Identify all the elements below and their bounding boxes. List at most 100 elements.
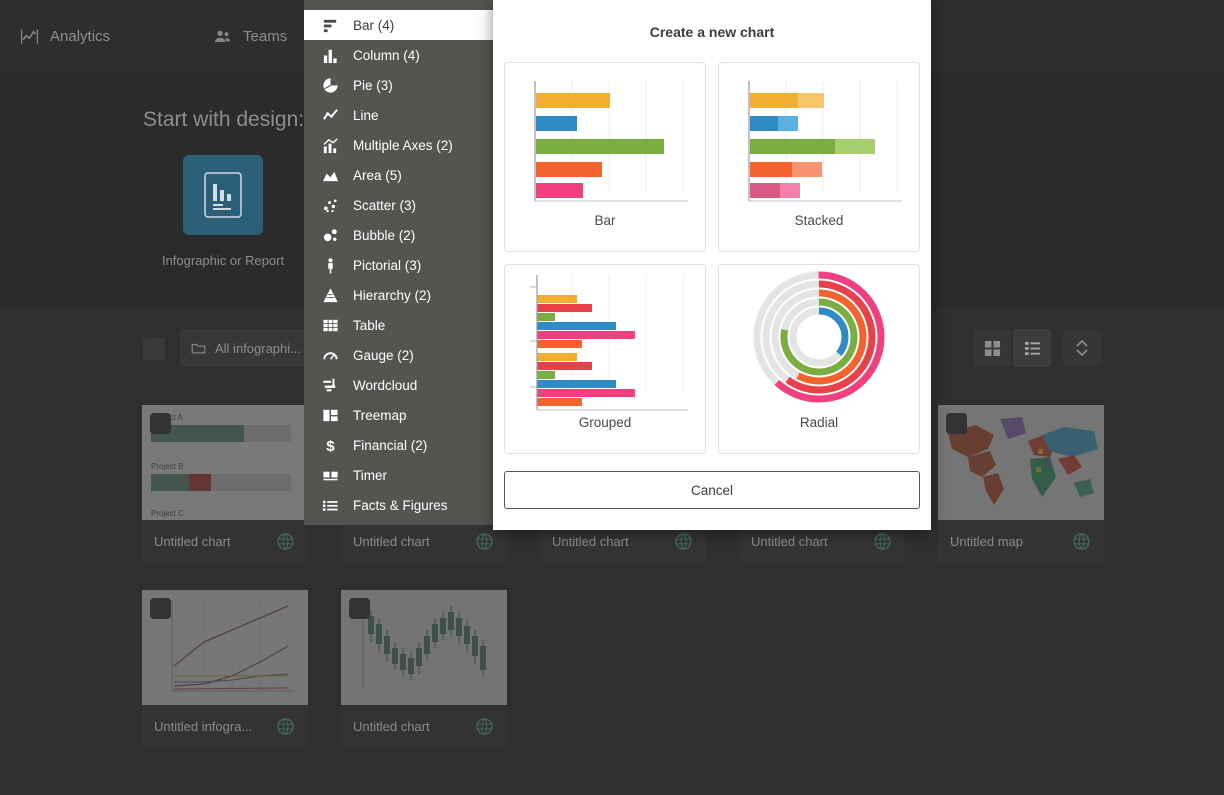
card-title: Untitled infogra... — [154, 718, 253, 734]
menu-item-column[interactable]: Column (4) — [304, 40, 500, 70]
menu-label: Table — [353, 317, 386, 333]
globe-icon[interactable] — [1072, 532, 1091, 551]
financial-dollar-icon: $ — [326, 438, 335, 454]
library-card[interactable]: Project A Project B Project C Untitled c… — [142, 405, 308, 562]
card-meta: Untitled chart — [142, 520, 308, 562]
library-card[interactable]: Untitled chart — [341, 590, 507, 747]
card-thumbnail — [142, 590, 308, 705]
globe-icon[interactable] — [475, 717, 494, 736]
menu-item-area[interactable]: Area (5) — [304, 160, 500, 190]
globe-icon[interactable] — [674, 532, 693, 551]
menu-item-bar[interactable]: Bar (4) — [304, 10, 500, 40]
chart-preset-grid: Bar Stacked Grouped Radial — [504, 62, 920, 454]
chart-preset-bar[interactable]: Bar — [504, 62, 706, 252]
grid-view-button[interactable] — [973, 329, 1011, 367]
infographic-or-report-label: Infographic or Report — [161, 253, 285, 268]
menu-label: Wordcloud — [353, 377, 418, 393]
line-icon — [323, 108, 338, 120]
menu-label: Line — [353, 107, 379, 123]
card-thumbnail — [341, 590, 507, 705]
menu-item-line[interactable]: Line — [304, 100, 500, 130]
chart-preset-label: Radial — [799, 415, 839, 430]
facts-figures-icon — [322, 500, 338, 511]
bar-preview — [534, 81, 688, 202]
menu-label: Bar (4) — [353, 17, 395, 33]
folder-icon — [191, 343, 206, 353]
card-meta: Untitled chart — [341, 705, 507, 747]
menu-item-scatter[interactable]: Scatter (3) — [304, 190, 500, 220]
menu-item-timer[interactable]: Timer — [304, 460, 500, 490]
menu-label: Facts & Figures — [353, 497, 448, 513]
column-icon — [323, 49, 337, 63]
menu-label: Bubble (2) — [353, 227, 416, 243]
globe-icon[interactable] — [276, 532, 295, 551]
chevron-updown-icon — [1076, 339, 1088, 357]
menu-item-table[interactable]: Table — [304, 310, 500, 340]
menu-item-bubble[interactable]: Bubble (2) — [304, 220, 500, 250]
card-thumbnail: Project A Project B Project C — [142, 405, 308, 520]
library-card[interactable]: Untitled infogra... — [142, 590, 308, 747]
analytics-chart-icon — [20, 29, 39, 44]
chart-preset-stacked[interactable]: Stacked — [718, 62, 920, 252]
menu-item-treemap[interactable]: Treemap — [304, 400, 500, 430]
chart-type-menu: Bar (4) Column (4) Pie (3) Line Multiple… — [304, 0, 500, 525]
menu-label: Multiple Axes (2) — [353, 137, 453, 153]
sort-order-button[interactable] — [1063, 329, 1101, 367]
list-view-button[interactable] — [1013, 329, 1051, 367]
menu-item-facts-figures[interactable]: Facts & Figures — [304, 490, 500, 520]
scatter-icon — [323, 198, 337, 212]
nav-item-analytics[interactable]: Analytics — [20, 27, 110, 46]
card-thumbnail — [938, 405, 1104, 520]
menu-label: Hierarchy (2) — [353, 287, 432, 303]
bar-icon — [323, 19, 337, 32]
card-checkbox[interactable] — [150, 598, 171, 619]
menu-label: Scatter (3) — [353, 197, 417, 213]
grouped-preview — [530, 275, 688, 411]
menu-item-multiple-axes[interactable]: Multiple Axes (2) — [304, 130, 500, 160]
table-icon — [323, 319, 338, 331]
globe-icon[interactable] — [475, 532, 494, 551]
card-title: Untitled map — [950, 533, 1023, 549]
card-checkbox[interactable] — [946, 413, 967, 434]
radial-preview — [753, 271, 885, 403]
pictorial-icon — [328, 257, 333, 274]
chart-preset-grouped[interactable]: Grouped — [504, 264, 706, 454]
chart-preset-label: Bar — [594, 213, 616, 228]
stacked-preview — [748, 81, 902, 202]
list-icon — [1024, 341, 1040, 355]
globe-icon[interactable] — [276, 717, 295, 736]
card-checkbox[interactable] — [349, 598, 370, 619]
menu-item-wordcloud[interactable]: Wordcloud — [304, 370, 500, 400]
card-checkbox[interactable] — [150, 413, 171, 434]
menu-item-pictorial[interactable]: Pictorial (3) — [304, 250, 500, 280]
folder-filter-label: All infographi... — [215, 340, 301, 356]
menu-item-gauge[interactable]: Gauge (2) — [304, 340, 500, 370]
select-all-checkbox[interactable] — [143, 338, 165, 360]
gauge-icon — [323, 351, 338, 360]
document-bar-chart-icon — [204, 172, 242, 218]
infographic-or-report-tile[interactable] — [183, 155, 263, 235]
menu-item-financial[interactable]: $ Financial (2) — [304, 430, 500, 460]
chart-preset-radial[interactable]: Radial — [718, 264, 920, 454]
timer-icon — [323, 471, 338, 480]
chart-preset-label: Grouped — [578, 415, 632, 430]
menu-item-hierarchy[interactable]: Hierarchy (2) — [304, 280, 500, 310]
card-title: Untitled chart — [552, 533, 629, 549]
menu-item-pie[interactable]: Pie (3) — [304, 70, 500, 100]
menu-label: Area (5) — [353, 167, 402, 183]
globe-icon[interactable] — [873, 532, 892, 551]
pie-icon — [323, 77, 338, 93]
card-meta: Untitled infogra... — [142, 705, 308, 747]
cancel-button[interactable]: Cancel — [504, 471, 920, 509]
card-title: Untitled chart — [751, 533, 828, 549]
menu-label: Treemap — [353, 407, 407, 423]
library-card[interactable]: Untitled map — [938, 405, 1104, 562]
card-title: Untitled chart — [154, 533, 231, 549]
multiple-axes-icon — [323, 137, 338, 153]
nav-item-teams[interactable]: Teams — [213, 27, 287, 46]
card-meta: Untitled map — [938, 520, 1104, 562]
create-chart-modal: Create a new chart Bar Stacked Grouped R… — [493, 0, 931, 530]
menu-label: Column (4) — [353, 47, 420, 63]
card-title: Untitled chart — [353, 533, 430, 549]
card-title: Untitled chart — [353, 718, 430, 734]
